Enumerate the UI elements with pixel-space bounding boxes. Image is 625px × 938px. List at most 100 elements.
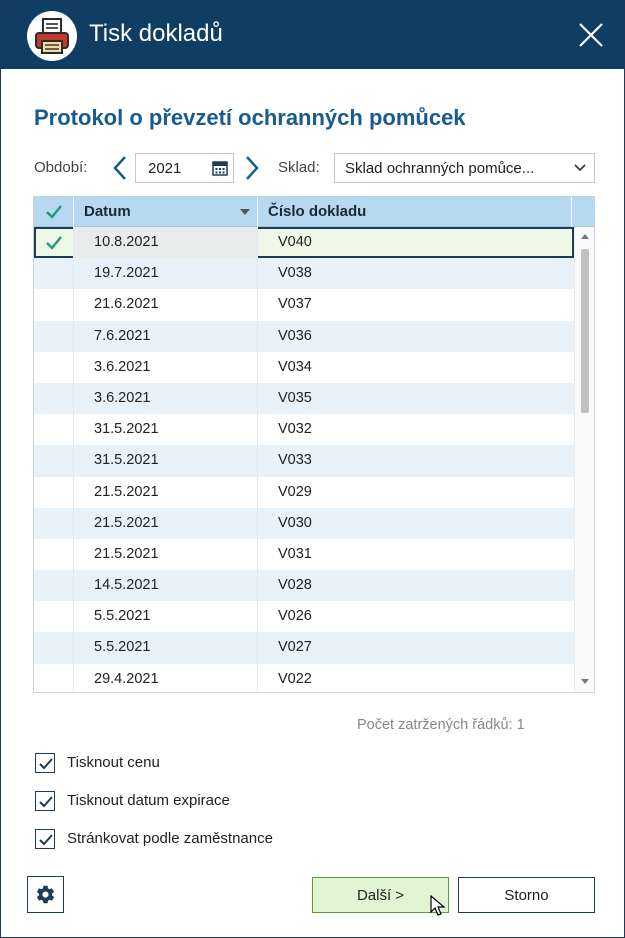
column-header-cislo-label: Číslo dokladu bbox=[268, 203, 367, 220]
scroll-up-icon[interactable] bbox=[581, 234, 589, 239]
cell-datum-text: 14.5.2021 bbox=[94, 577, 159, 594]
cell-datum: 29.4.2021 bbox=[74, 663, 258, 692]
cell-cislo-text: V028 bbox=[278, 577, 312, 594]
row-checkbox[interactable] bbox=[34, 538, 74, 571]
previous-year-button[interactable] bbox=[109, 153, 131, 183]
row-checkbox[interactable] bbox=[34, 507, 74, 539]
chevron-right-icon bbox=[246, 156, 259, 180]
row-checkbox[interactable] bbox=[34, 320, 74, 352]
check-icon bbox=[39, 796, 53, 808]
cell-datum: 7.6.2021 bbox=[74, 320, 258, 352]
table-row[interactable]: 3.6.2021 V034 bbox=[34, 351, 574, 383]
cancel-button[interactable]: Storno bbox=[458, 877, 595, 913]
cell-cislo: V022 bbox=[258, 664, 572, 692]
gear-icon bbox=[36, 885, 55, 904]
cell-datum: 31.5.2021 bbox=[74, 445, 258, 477]
cell-cislo: V036 bbox=[258, 321, 572, 352]
row-checkbox[interactable] bbox=[34, 351, 74, 383]
table-scrollbar[interactable] bbox=[574, 227, 594, 692]
table-row[interactable]: 31.5.2021 V032 bbox=[34, 414, 574, 446]
scrollbar-thumb[interactable] bbox=[581, 249, 589, 413]
row-checkbox[interactable] bbox=[34, 414, 74, 446]
cell-cislo-text: V029 bbox=[278, 483, 312, 500]
row-checkbox[interactable] bbox=[34, 601, 74, 633]
print-expiration-label: Tisknout datum expirace bbox=[67, 792, 230, 809]
column-header-cislo[interactable]: Číslo dokladu bbox=[258, 197, 572, 227]
cell-cislo-text: V036 bbox=[278, 327, 312, 344]
cell-datum: 19.7.2021 bbox=[74, 258, 258, 290]
table-row[interactable]: 21.5.2021 V030 bbox=[34, 507, 574, 539]
period-label: Období: bbox=[34, 159, 88, 176]
cell-datum-text: 29.4.2021 bbox=[94, 670, 159, 687]
page-title: Protokol o převzetí ochranných pomůcek bbox=[34, 105, 466, 130]
warehouse-select[interactable]: Sklad ochranných pomůce... bbox=[334, 153, 595, 183]
table-header: Datum Číslo dokladu bbox=[34, 197, 594, 227]
cell-cislo-text: V040 bbox=[278, 234, 312, 250]
table-row[interactable]: 5.5.2021 V026 bbox=[34, 601, 574, 633]
cell-datum-text: 31.5.2021 bbox=[94, 421, 159, 438]
row-checkbox[interactable] bbox=[34, 445, 74, 477]
cell-datum-text: 3.6.2021 bbox=[94, 389, 151, 406]
next-year-button[interactable] bbox=[241, 153, 263, 183]
checked-rows-count: Počet zatržených řádků: 1 bbox=[357, 717, 525, 733]
table-row[interactable]: 19.7.2021 V038 bbox=[34, 258, 574, 290]
scroll-down-icon[interactable] bbox=[581, 679, 589, 684]
cell-cislo-text: V026 bbox=[278, 608, 312, 625]
next-button-label: Další > bbox=[356, 887, 405, 904]
cell-cislo: V027 bbox=[258, 632, 572, 663]
row-checkbox[interactable] bbox=[34, 258, 74, 290]
cell-datum: 31.5.2021 bbox=[74, 414, 258, 446]
print-price-label: Tisknout cenu bbox=[67, 754, 160, 771]
check-icon bbox=[39, 758, 53, 770]
table-row[interactable]: 7.6.2021 V036 bbox=[34, 320, 574, 352]
cell-cislo: V032 bbox=[258, 414, 572, 445]
documents-table: Datum Číslo dokladu 10.8.2021 V040 19.7.… bbox=[33, 196, 595, 693]
next-button[interactable]: Další > bbox=[312, 877, 449, 913]
table-row[interactable]: 3.6.2021 V035 bbox=[34, 382, 574, 415]
table-row[interactable]: 5.5.2021 V027 bbox=[34, 632, 574, 664]
table-row[interactable]: 21.5.2021 V029 bbox=[34, 476, 574, 508]
print-price-checkbox[interactable] bbox=[35, 753, 55, 773]
close-button[interactable] bbox=[571, 15, 611, 55]
window-title: Tisk dokladů bbox=[89, 20, 223, 47]
close-icon bbox=[579, 23, 603, 47]
cell-datum-text: 21.6.2021 bbox=[94, 296, 159, 313]
settings-button[interactable] bbox=[27, 876, 64, 913]
row-checkbox[interactable] bbox=[34, 476, 74, 508]
table-row[interactable]: 21.5.2021 V031 bbox=[34, 538, 574, 571]
table-row[interactable]: 29.4.2021 V022 bbox=[34, 663, 574, 692]
row-checkbox[interactable] bbox=[34, 570, 74, 602]
cell-cislo-text: V022 bbox=[278, 670, 312, 687]
cell-datum-text: 3.6.2021 bbox=[94, 358, 151, 375]
cell-datum: 21.5.2021 bbox=[74, 538, 258, 571]
cell-cislo: V040 bbox=[258, 227, 572, 258]
cell-cislo: V033 bbox=[258, 445, 572, 476]
cancel-button-label: Storno bbox=[504, 887, 549, 904]
cell-cislo-text: V037 bbox=[278, 296, 312, 313]
cell-datum-text: 31.5.2021 bbox=[94, 452, 159, 469]
cell-cislo-text: V035 bbox=[278, 389, 312, 406]
cell-datum: 10.8.2021 bbox=[74, 227, 258, 259]
cell-cislo-text: V030 bbox=[278, 514, 312, 531]
row-checkbox[interactable] bbox=[34, 289, 74, 321]
table-row[interactable]: 14.5.2021 V028 bbox=[34, 570, 574, 602]
cell-datum: 21.5.2021 bbox=[74, 476, 258, 508]
print-expiration-checkbox[interactable] bbox=[35, 791, 55, 811]
select-all-checkbox[interactable] bbox=[34, 197, 74, 227]
cell-datum-text: 5.5.2021 bbox=[94, 639, 151, 656]
table-row[interactable]: 10.8.2021 V040 bbox=[34, 227, 574, 259]
column-header-datum-label: Datum bbox=[84, 203, 131, 220]
row-checkbox[interactable] bbox=[34, 227, 74, 259]
row-checkbox[interactable] bbox=[34, 632, 74, 664]
table-row[interactable]: 31.5.2021 V033 bbox=[34, 445, 574, 477]
calendar-icon[interactable] bbox=[212, 160, 228, 176]
row-checkbox[interactable] bbox=[34, 663, 74, 692]
column-header-datum[interactable]: Datum bbox=[74, 197, 258, 227]
paginate-by-employee-label: Stránkovat podle zaměstnance bbox=[67, 830, 273, 847]
paginate-by-employee-checkbox[interactable] bbox=[35, 829, 55, 849]
year-field[interactable]: 2021 bbox=[135, 153, 234, 183]
cell-cislo: V037 bbox=[258, 289, 572, 320]
table-row[interactable]: 21.6.2021 V037 bbox=[34, 289, 574, 321]
row-checkbox[interactable] bbox=[34, 382, 74, 415]
cell-cislo-text: V038 bbox=[278, 265, 312, 282]
